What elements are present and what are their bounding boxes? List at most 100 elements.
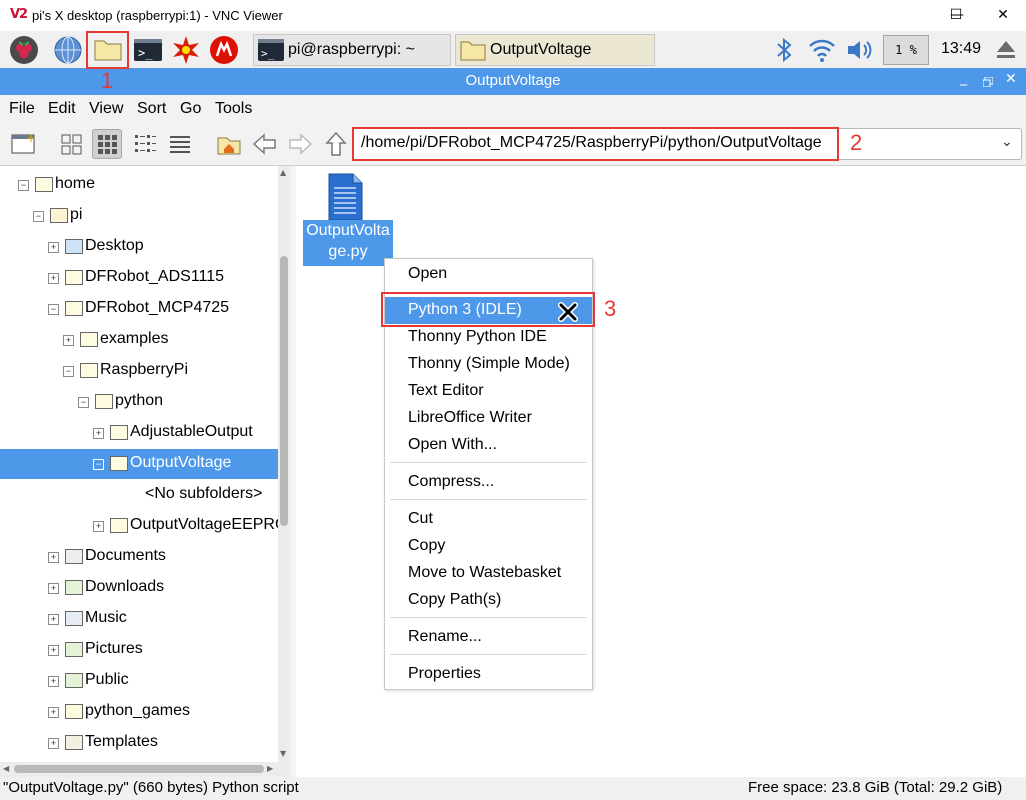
icon-view-icon[interactable] (57, 129, 87, 159)
collapse-icon[interactable]: − (33, 211, 44, 222)
menu-item-copy-paths[interactable]: Copy Path(s) (385, 587, 592, 614)
forward-icon[interactable] (285, 129, 315, 159)
minimize-window-icon[interactable]: _ (960, 70, 967, 86)
chevron-down-icon[interactable]: ⌄ (1001, 134, 1013, 150)
tree-item-adjustableoutput[interactable]: + AdjustableOutput (0, 418, 278, 448)
menu-go[interactable]: Go (180, 100, 201, 118)
tree-horizontal-scrollbar[interactable]: ◀ ▶ (0, 762, 290, 777)
tree-item-pictures[interactable]: + Pictures (0, 635, 278, 665)
menu-item-thonny[interactable]: Thonny Python IDE (385, 324, 592, 351)
scroll-up-icon[interactable]: ▲ (280, 168, 286, 177)
taskbar-filemanager-task[interactable]: OutputVoltage (455, 34, 655, 66)
new-window-icon[interactable]: + (9, 129, 39, 159)
scroll-left-icon[interactable]: ◀ (3, 764, 9, 773)
eject-icon[interactable] (995, 39, 1017, 65)
menu-item-cut[interactable]: Cut (385, 506, 592, 533)
menu-item-thonny-simple[interactable]: Thonny (Simple Mode) (385, 351, 592, 378)
tree-item-examples[interactable]: + examples (0, 325, 278, 355)
annotation-box-2 (352, 127, 839, 161)
menu-view[interactable]: View (89, 100, 123, 118)
menu-item-open-with[interactable]: Open With... (385, 432, 592, 459)
menu-item-compress[interactable]: Compress... (385, 469, 592, 496)
restore-window-icon[interactable] (982, 72, 994, 91)
wolfram-icon[interactable] (209, 35, 239, 65)
collapse-icon[interactable]: − (18, 180, 29, 191)
python-file-icon[interactable] (326, 172, 364, 226)
tree-item-downloads[interactable]: + Downloads (0, 573, 278, 603)
collapse-icon[interactable]: − (63, 366, 74, 377)
expand-icon[interactable]: + (93, 428, 104, 439)
menu-tools[interactable]: Tools (215, 100, 252, 118)
taskbar-terminal-task[interactable]: >_ pi@raspberrypi: ~ (253, 34, 451, 66)
close-window-icon[interactable]: ✕ (1005, 71, 1017, 87)
menu-item-label: Compress... (408, 473, 495, 490)
clock[interactable]: 13:49 (941, 40, 981, 58)
maximize-button[interactable]: ☐ (933, 0, 979, 31)
volume-icon[interactable] (846, 38, 874, 66)
expand-icon[interactable]: + (48, 645, 59, 656)
menu-item-copy[interactable]: Copy (385, 533, 592, 560)
expand-icon[interactable]: + (48, 707, 59, 718)
menu-sort[interactable]: Sort (137, 100, 166, 118)
tree-item-label: pi (70, 206, 83, 223)
menu-separator (390, 654, 587, 655)
tree-item-music[interactable]: + Music (0, 604, 278, 634)
scrollbar-thumb[interactable] (280, 256, 288, 526)
svg-text:>_: >_ (261, 47, 275, 60)
web-browser-icon[interactable] (53, 35, 83, 65)
public-folder-icon (65, 673, 83, 688)
tree-item-home[interactable]: − home (0, 170, 278, 200)
tree-item-python-games[interactable]: + python_games (0, 697, 278, 727)
up-icon[interactable] (321, 129, 351, 159)
menu-item-label: Cut (408, 510, 433, 527)
menu-edit[interactable]: Edit (48, 100, 76, 118)
tree-item-desktop[interactable]: + Desktop (0, 232, 278, 262)
menu-item-move-to-wastebasket[interactable]: Move to Wastebasket (385, 560, 592, 587)
mathematica-icon[interactable] (171, 35, 201, 65)
expand-icon[interactable]: + (48, 242, 59, 253)
menu-item-properties[interactable]: Properties (385, 661, 592, 688)
compact-view-icon[interactable] (130, 129, 160, 159)
expand-icon[interactable]: + (63, 335, 74, 346)
collapse-icon[interactable]: − (93, 459, 104, 470)
close-button[interactable]: ✕ (980, 0, 1026, 31)
annotation-label-2: 2 (850, 130, 863, 155)
menu-item-rename[interactable]: Rename... (385, 624, 592, 651)
tree-item-python[interactable]: − python (0, 387, 278, 417)
tree-item-documents[interactable]: + Documents (0, 542, 278, 572)
tree-vertical-scrollbar[interactable]: ▲ ▼ (278, 166, 290, 762)
collapse-icon[interactable]: − (78, 397, 89, 408)
tree-item-outputvoltageeeprom[interactable]: + OutputVoltageEEPROM (0, 511, 278, 541)
menu-item-text-editor[interactable]: Text Editor (385, 378, 592, 405)
scroll-down-icon[interactable]: ▼ (280, 749, 286, 758)
expand-icon[interactable]: + (48, 552, 59, 563)
menu-item-open[interactable]: Open (385, 261, 592, 288)
terminal-launcher-icon[interactable]: >_ (133, 35, 163, 65)
wifi-icon[interactable] (808, 37, 836, 67)
menu-item-libreoffice-writer[interactable]: LibreOffice Writer (385, 405, 592, 432)
expand-icon[interactable]: + (48, 676, 59, 687)
expand-icon[interactable]: + (48, 273, 59, 284)
tree-item-pi[interactable]: − pi (0, 201, 278, 231)
raspberry-menu-icon[interactable] (9, 35, 39, 65)
expand-icon[interactable]: + (48, 614, 59, 625)
bluetooth-icon[interactable] (773, 37, 795, 67)
expand-icon[interactable]: + (93, 521, 104, 532)
collapse-icon[interactable]: − (48, 304, 59, 315)
tree-item-raspberrypi[interactable]: − RaspberryPi (0, 356, 278, 386)
tree-item-public[interactable]: + Public (0, 666, 278, 696)
home-folder-icon[interactable] (214, 129, 244, 159)
expand-icon[interactable]: + (48, 583, 59, 594)
scroll-right-icon[interactable]: ▶ (267, 764, 273, 773)
menu-file[interactable]: File (9, 100, 35, 118)
tree-item-dfrobot-mcp4725[interactable]: − DFRobot_MCP4725 (0, 294, 278, 324)
back-icon[interactable] (250, 129, 280, 159)
thumbnail-view-icon[interactable] (92, 129, 122, 159)
list-view-icon[interactable] (165, 129, 195, 159)
expand-icon[interactable]: + (48, 738, 59, 749)
file-name-label[interactable]: OutputVolta ge.py (303, 220, 393, 266)
scrollbar-thumb[interactable] (14, 765, 264, 773)
tree-item-dfrobot-ads1115[interactable]: + DFRobot_ADS1115 (0, 263, 278, 293)
tree-item-outputvoltage[interactable]: − OutputVoltage (0, 449, 278, 479)
tree-item-templates[interactable]: + Templates (0, 728, 278, 758)
